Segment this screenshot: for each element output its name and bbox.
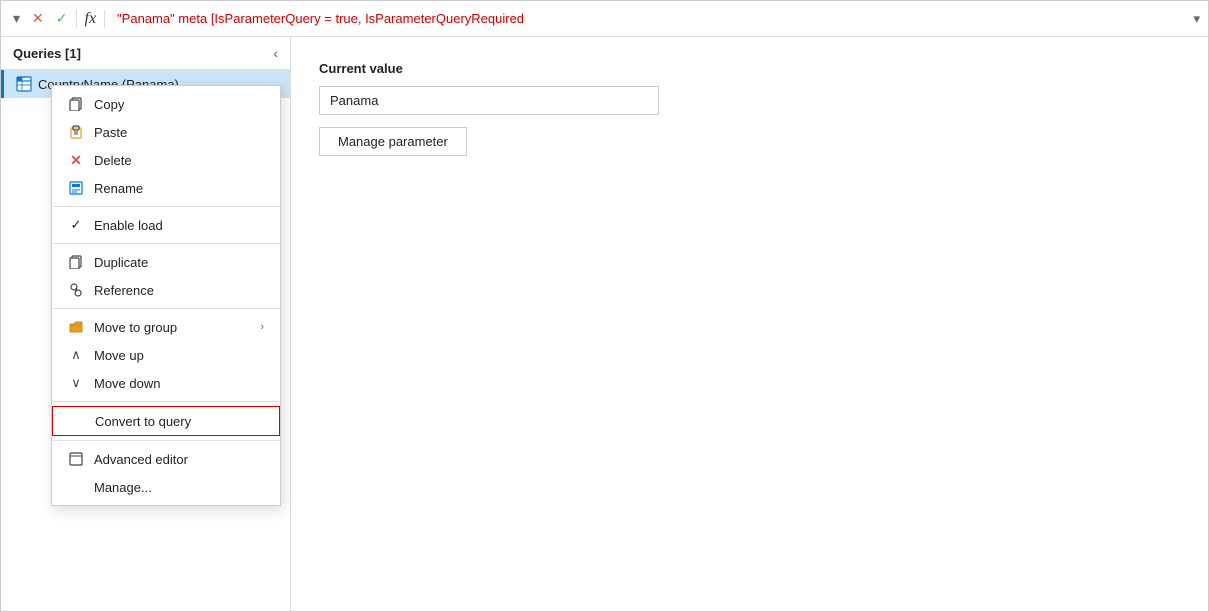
menu-label-move-to-group: Move to group <box>94 320 250 335</box>
collapse-sidebar-button[interactable]: ‹ <box>273 45 278 61</box>
formula-text: "Panama" meta [IsParameterQuery = true, … <box>109 11 1189 26</box>
menu-label-delete: Delete <box>94 153 264 168</box>
rename-icon <box>68 180 84 196</box>
menu-item-move-up[interactable]: ∧ Move up <box>52 341 280 369</box>
delete-icon: ✕ <box>68 152 84 168</box>
table-icon <box>16 76 32 92</box>
move-down-icon: ∨ <box>68 375 84 391</box>
submenu-arrow-icon: › <box>260 321 264 333</box>
menu-item-move-to-group[interactable]: Move to group › <box>52 313 280 341</box>
menu-label-convert-to-query: Convert to query <box>95 414 263 429</box>
formula-chevron-down[interactable]: ▾ <box>9 8 24 29</box>
menu-item-delete[interactable]: ✕ Delete <box>52 146 280 174</box>
manage-icon <box>68 479 84 495</box>
confirm-icon[interactable]: ✓ <box>52 8 72 29</box>
sidebar-title: Queries [1] <box>13 46 81 61</box>
main-area: Queries [1] ‹ CountryName (Panama) <box>1 37 1208 611</box>
menu-label-copy: Copy <box>94 97 264 112</box>
menu-item-reference[interactable]: Reference <box>52 276 280 304</box>
paste-icon <box>68 124 84 140</box>
menu-separator-1 <box>52 206 280 207</box>
fx-icon: fx <box>76 10 106 28</box>
menu-separator-2 <box>52 243 280 244</box>
menu-item-copy[interactable]: Copy <box>52 90 280 118</box>
enable-load-checkmark: ✓ <box>68 217 84 233</box>
move-up-icon: ∧ <box>68 347 84 363</box>
sidebar-header: Queries [1] ‹ <box>1 37 290 70</box>
duplicate-icon <box>68 254 84 270</box>
menu-item-manage[interactable]: Manage... <box>52 473 280 501</box>
formula-bar: ▾ ✕ ✓ fx "Panama" meta [IsParameterQuery… <box>1 1 1208 37</box>
current-value-label: Current value <box>319 61 1180 76</box>
cancel-icon[interactable]: ✕ <box>28 8 48 29</box>
menu-label-enable-load: Enable load <box>94 218 264 233</box>
menu-item-duplicate[interactable]: Duplicate <box>52 248 280 276</box>
folder-icon <box>68 319 84 335</box>
menu-label-reference: Reference <box>94 283 264 298</box>
copy-icon <box>68 96 84 112</box>
menu-item-enable-load[interactable]: ✓ Enable load <box>52 211 280 239</box>
advanced-editor-icon <box>68 451 84 467</box>
manage-parameter-button[interactable]: Manage parameter <box>319 127 467 156</box>
menu-item-advanced-editor[interactable]: Advanced editor <box>52 445 280 473</box>
menu-item-move-down[interactable]: ∨ Move down <box>52 369 280 397</box>
menu-label-duplicate: Duplicate <box>94 255 264 270</box>
reference-icon <box>68 282 84 298</box>
menu-item-rename[interactable]: Rename <box>52 174 280 202</box>
menu-label-move-up: Move up <box>94 348 264 363</box>
menu-item-convert-to-query[interactable]: Convert to query <box>52 406 280 436</box>
menu-separator-3 <box>52 308 280 309</box>
sidebar: Queries [1] ‹ CountryName (Panama) <box>1 37 291 611</box>
content-area: Current value Manage parameter <box>291 37 1208 611</box>
menu-separator-5 <box>52 440 280 441</box>
context-menu: Copy Paste ✕ <box>51 85 281 506</box>
menu-label-move-down: Move down <box>94 376 264 391</box>
convert-icon <box>69 413 85 429</box>
formula-expand-icon[interactable]: ▾ <box>1193 11 1200 27</box>
menu-separator-4 <box>52 401 280 402</box>
menu-label-manage: Manage... <box>94 480 264 495</box>
menu-label-rename: Rename <box>94 181 264 196</box>
current-value-input[interactable] <box>319 86 659 115</box>
menu-item-paste[interactable]: Paste <box>52 118 280 146</box>
menu-label-advanced-editor: Advanced editor <box>94 452 264 467</box>
menu-label-paste: Paste <box>94 125 264 140</box>
